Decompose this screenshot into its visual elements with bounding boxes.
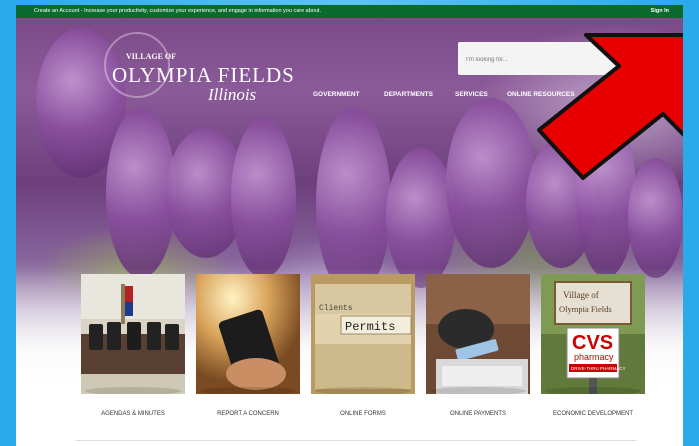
card-payment-photo bbox=[426, 274, 530, 394]
divider bbox=[76, 440, 636, 441]
nav-services[interactable]: SERVICES bbox=[455, 91, 488, 98]
nav-government[interactable]: GOVERNMENT bbox=[313, 91, 360, 98]
meeting-room-photo bbox=[81, 274, 185, 394]
clients-tab-label: Clients bbox=[319, 304, 353, 313]
drive-thru-text: DRIVE-THRU PHARMACY bbox=[571, 366, 626, 371]
village-sign-line2: Olympia Fields bbox=[559, 304, 612, 314]
permits-tab-label: Permits bbox=[345, 320, 395, 334]
tile-economic-development[interactable]: Village of Olympia Fields CVS pharmacy D… bbox=[541, 274, 645, 394]
red-arrow-annotation-icon bbox=[537, 33, 683, 180]
tile-online-forms[interactable]: Clients Permits bbox=[311, 274, 415, 394]
tile-label-economic-development[interactable]: ECONOMIC DEVELOPMENT bbox=[538, 411, 648, 417]
nav-departments[interactable]: DEPARTMENTS bbox=[384, 91, 433, 98]
tile-report-concern[interactable] bbox=[196, 274, 300, 394]
permits-folder-photo: Clients Permits bbox=[311, 274, 415, 394]
browser-viewport: Create an Account - Increase your produc… bbox=[16, 5, 683, 446]
tile-label-online-payments[interactable]: ONLINE PAYMENTS bbox=[423, 411, 533, 417]
tile-label-online-forms[interactable]: ONLINE FORMS bbox=[308, 411, 418, 417]
pharmacy-text: pharmacy bbox=[574, 352, 614, 362]
cvs-sign-photo: Village of Olympia Fields CVS pharmacy D… bbox=[541, 274, 645, 394]
sign-in-button[interactable]: Sign In bbox=[651, 5, 669, 18]
village-sign-line1: Village of bbox=[563, 290, 599, 300]
phone-in-hand-photo bbox=[196, 274, 300, 394]
cvs-logo-text: CVS bbox=[572, 332, 613, 354]
tile-agendas-minutes[interactable] bbox=[81, 274, 185, 394]
tile-online-payments[interactable] bbox=[426, 274, 530, 394]
tile-label-report-concern[interactable]: REPORT A CONCERN bbox=[193, 411, 303, 417]
create-account-link[interactable]: Create an Account - Increase your produc… bbox=[34, 5, 321, 18]
account-banner: Create an Account - Increase your produc… bbox=[16, 5, 683, 18]
tile-label-agendas[interactable]: AGENDAS & MINUTES bbox=[78, 411, 188, 417]
